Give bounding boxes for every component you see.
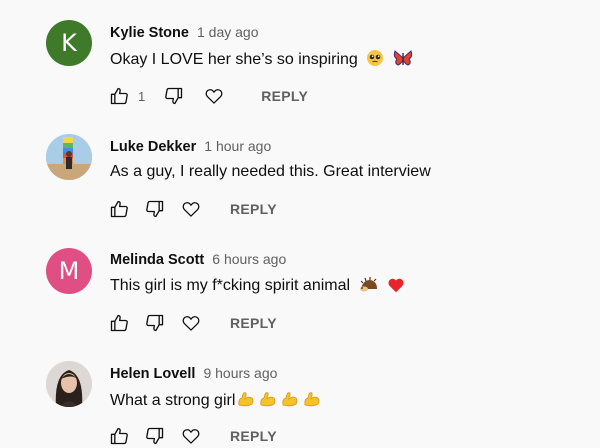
flexed-biceps-emoji [303, 390, 321, 413]
flexed-biceps-emoji [259, 390, 277, 413]
like-count: 1 [138, 88, 146, 104]
comment-actions: 1 REPLY [108, 84, 308, 108]
comment-time[interactable]: 1 hour ago [204, 138, 271, 154]
avatar[interactable]: M [46, 248, 92, 294]
comment-header: Melinda Scott 6 hours ago [110, 251, 286, 268]
pleading-face-emoji [366, 49, 384, 72]
comment-header: Kylie Stone 1 day ago [110, 24, 259, 41]
comment-header: Helen Lovell 9 hours ago [110, 365, 277, 382]
hedgehog-emoji [359, 277, 379, 298]
comment-author[interactable]: Luke Dekker [110, 139, 196, 155]
thumbs-down-icon[interactable] [144, 198, 166, 220]
heart-icon[interactable] [180, 312, 202, 334]
flexed-biceps-emoji [281, 390, 299, 413]
comment-time[interactable]: 9 hours ago [203, 365, 277, 381]
heart-icon[interactable] [180, 425, 202, 447]
avatar-photo [46, 361, 92, 407]
comment-header: Luke Dekker 1 hour ago [110, 138, 271, 155]
thumbs-down-icon[interactable] [144, 312, 166, 334]
comment-actions: REPLY [108, 311, 277, 335]
flexed-biceps-emoji [237, 390, 255, 413]
thumbs-up-icon[interactable] [108, 312, 130, 334]
comment-text: Okay I LOVE her she’s so inspiring [110, 49, 413, 72]
avatar-letter: M [58, 257, 80, 285]
heart-icon[interactable] [203, 85, 225, 107]
avatar[interactable]: K [46, 20, 92, 66]
comment-time[interactable]: 6 hours ago [212, 251, 286, 267]
avatar[interactable] [46, 134, 92, 180]
thumbs-up-icon[interactable] [108, 85, 130, 107]
thumbs-up-icon[interactable] [108, 425, 130, 447]
reply-button[interactable]: REPLY [230, 315, 277, 331]
comment-author[interactable]: Melinda Scott [110, 252, 204, 268]
comment-text-body: Okay I LOVE her she’s so inspiring [110, 51, 358, 68]
comment-text-body: As a guy, I really needed this. Great in… [110, 163, 431, 180]
comment-author[interactable]: Kylie Stone [110, 25, 189, 41]
reply-button[interactable]: REPLY [261, 88, 308, 104]
comment-text: This girl is my f*cking spirit animal [110, 277, 405, 298]
comment-time[interactable]: 1 day ago [197, 24, 259, 40]
comment-text: What a strong girl [110, 390, 321, 413]
comment-actions: REPLY [108, 197, 277, 221]
thumbs-down-icon[interactable] [163, 85, 185, 107]
comment-author[interactable]: Helen Lovell [110, 366, 195, 382]
butterfly-emoji [393, 49, 413, 72]
avatar-photo [46, 134, 92, 180]
reply-button[interactable]: REPLY [230, 428, 277, 444]
comment-actions: REPLY [108, 424, 277, 448]
red-heart-emoji [387, 277, 405, 298]
avatar-letter: K [61, 29, 77, 57]
avatar[interactable] [46, 361, 92, 407]
thumbs-down-icon[interactable] [144, 425, 166, 447]
comment-text-body: What a strong girl [110, 392, 236, 409]
heart-icon[interactable] [180, 198, 202, 220]
comment-text-body: This girl is my f*cking spirit animal [110, 277, 351, 294]
thumbs-up-icon[interactable] [108, 198, 130, 220]
reply-button[interactable]: REPLY [230, 201, 277, 217]
comment-text: As a guy, I really needed this. Great in… [110, 163, 431, 181]
